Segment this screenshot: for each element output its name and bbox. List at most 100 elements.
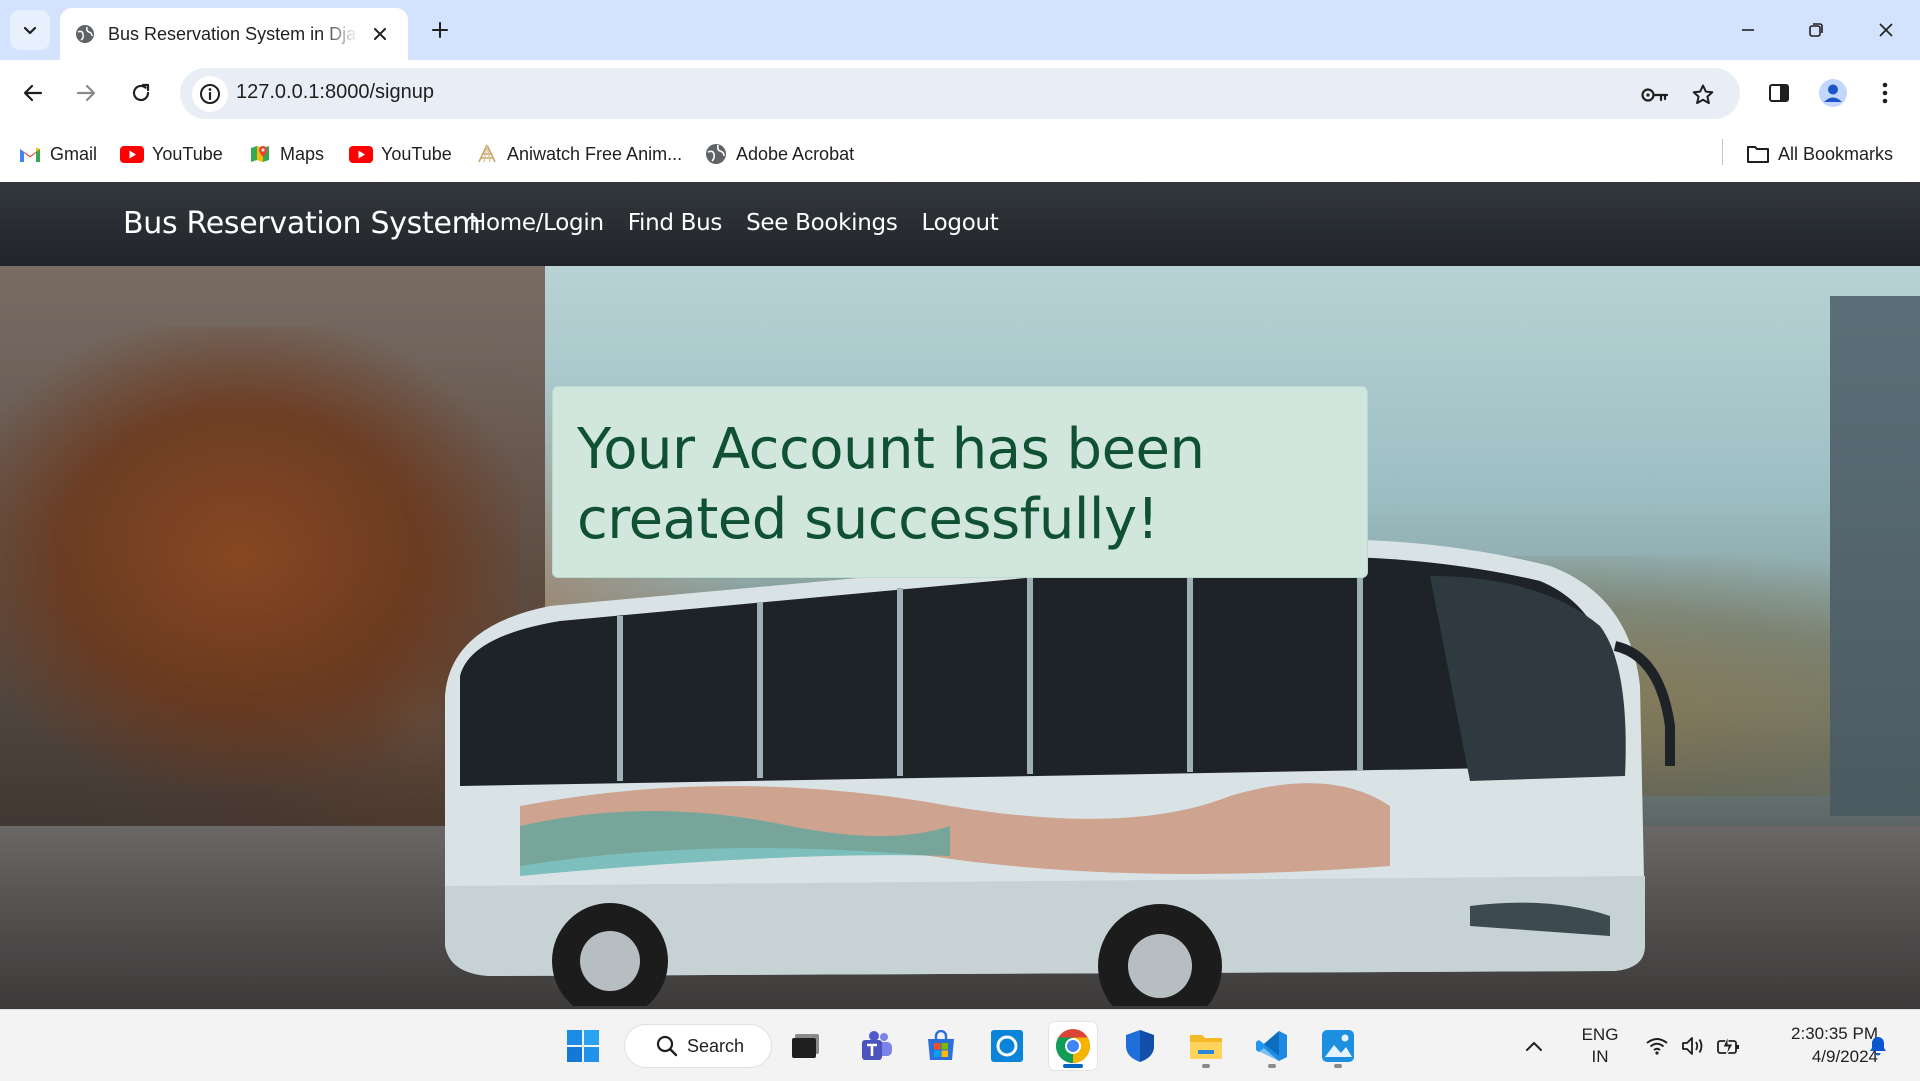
- search-label: Search: [687, 1035, 745, 1056]
- minimize-icon: [1742, 29, 1754, 31]
- aniwatch-icon: [475, 142, 499, 166]
- site-info-icon[interactable]: [192, 76, 228, 112]
- bookmark-star-icon[interactable]: [1688, 80, 1718, 110]
- task-view-icon: [792, 1034, 819, 1058]
- all-bookmarks-label: All Bookmarks: [1778, 143, 1894, 164]
- nav-links: Home/Login Find Bus See Bookings Logout: [469, 210, 999, 236]
- reload-button[interactable]: [122, 74, 160, 112]
- battery-charging-icon: [1717, 1035, 1739, 1057]
- tab-search-button[interactable]: [10, 10, 50, 50]
- nav-home-login[interactable]: Home/Login: [469, 210, 604, 236]
- more-vert-icon: [1882, 82, 1888, 104]
- gmail-icon: [18, 142, 42, 166]
- globe-icon: [74, 23, 96, 45]
- start-button[interactable]: [559, 1022, 607, 1070]
- photos-button[interactable]: [1314, 1022, 1362, 1070]
- bookmark-maps[interactable]: Maps: [248, 141, 324, 167]
- nav-logout[interactable]: Logout: [922, 210, 999, 236]
- speaker-icon: [1682, 1037, 1703, 1055]
- nav-see-bookings[interactable]: See Bookings: [746, 210, 898, 236]
- minimize-button[interactable]: [1724, 12, 1772, 48]
- cortana-button[interactable]: [983, 1022, 1031, 1070]
- url-text[interactable]: 127.0.0.1:8000/signup: [236, 81, 434, 104]
- arrow-left-icon: [23, 84, 43, 102]
- teams-icon: [862, 1031, 892, 1060]
- menu-button[interactable]: [1866, 74, 1904, 112]
- open-app-indicator: [1268, 1064, 1276, 1068]
- search-icon: [655, 1034, 679, 1058]
- password-key-icon[interactable]: [1640, 80, 1670, 110]
- tab-title: Bus Reservation System in Django: [108, 23, 358, 44]
- vscode-icon: [1256, 1031, 1287, 1061]
- teams-button[interactable]: [853, 1022, 901, 1070]
- profile-button[interactable]: [1814, 74, 1852, 112]
- bookmark-aniwatch[interactable]: Aniwatch Free Anim...: [475, 141, 682, 167]
- address-bar[interactable]: 127.0.0.1:8000/signup: [180, 68, 1740, 119]
- notifications-button[interactable]: [1864, 1022, 1892, 1070]
- new-tab-button[interactable]: [424, 14, 456, 46]
- photos-icon: [1322, 1030, 1354, 1062]
- all-bookmarks-button[interactable]: All Bookmarks: [1746, 141, 1893, 167]
- avatar-icon: [1819, 79, 1847, 107]
- bookmark-gmail[interactable]: Gmail: [18, 141, 97, 167]
- alert-message: Your Account has been created successful…: [577, 417, 1205, 552]
- youtube-icon: [349, 142, 373, 166]
- navbar-brand[interactable]: Bus Reservation System: [123, 206, 481, 241]
- defender-button[interactable]: [1116, 1022, 1164, 1070]
- youtube-icon: [120, 142, 144, 166]
- reload-icon: [132, 83, 150, 102]
- folder-icon: [1746, 142, 1770, 166]
- bookmark-label: Maps: [280, 143, 325, 164]
- file-explorer-button[interactable]: [1182, 1022, 1230, 1070]
- language-indicator[interactable]: ENG IN: [1572, 1024, 1628, 1068]
- close-window-button[interactable]: [1862, 12, 1910, 48]
- forward-button[interactable]: [67, 74, 105, 112]
- bookmark-adobe-acrobat[interactable]: Adobe Acrobat: [704, 141, 854, 167]
- bookmark-label: Aniwatch Free Anim...: [507, 143, 683, 164]
- file-explorer-icon: [1190, 1035, 1222, 1059]
- cortana-icon: [991, 1030, 1023, 1062]
- hero-background-image: [0, 266, 1920, 1009]
- chrome-icon: [1056, 1029, 1090, 1063]
- site-navbar: Bus Reservation System Home/Login Find B…: [0, 182, 1920, 266]
- task-view-button[interactable]: [782, 1022, 830, 1070]
- open-app-indicator: [1334, 1064, 1342, 1068]
- bookmark-label: YouTube: [152, 143, 223, 164]
- back-button[interactable]: [14, 74, 52, 112]
- volume-status[interactable]: [1678, 1022, 1708, 1070]
- battery-status[interactable]: [1714, 1022, 1744, 1070]
- browser-toolbar: 127.0.0.1:8000/signup: [0, 60, 1920, 127]
- open-app-indicator: [1202, 1064, 1210, 1068]
- defender-icon: [1126, 1030, 1154, 1062]
- chrome-button[interactable]: [1049, 1022, 1097, 1070]
- region-code: IN: [1591, 1047, 1609, 1066]
- clock-date: 4/9/2024: [1811, 1047, 1878, 1066]
- bookmark-label: Adobe Acrobat: [736, 143, 855, 164]
- success-alert: Your Account has been created successful…: [552, 386, 1368, 578]
- clock-time: 2:30:35 PM: [1791, 1024, 1878, 1043]
- bookmark-youtube-2[interactable]: YouTube: [349, 141, 452, 167]
- browser-tab-strip: Bus Reservation System in Django: [0, 0, 1920, 60]
- windows-start-icon: [567, 1030, 599, 1062]
- bookmarks-bar: Gmail YouTube Maps YouTube Aniwatch Free…: [0, 127, 1920, 183]
- language-code: ENG: [1581, 1025, 1619, 1044]
- wifi-status[interactable]: [1642, 1022, 1672, 1070]
- restore-button[interactable]: [1792, 12, 1840, 48]
- chevron-down-icon: [23, 26, 37, 35]
- browser-tab[interactable]: Bus Reservation System in Django: [60, 8, 408, 60]
- plus-icon: [432, 22, 448, 38]
- restore-icon: [1809, 23, 1823, 37]
- bookmark-label: YouTube: [381, 143, 452, 164]
- show-hidden-icons-button[interactable]: [1520, 1022, 1548, 1070]
- close-tab-icon[interactable]: [368, 22, 392, 46]
- vscode-button[interactable]: [1248, 1022, 1296, 1070]
- nav-find-bus[interactable]: Find Bus: [628, 210, 723, 236]
- arrow-right-icon: [76, 84, 96, 102]
- store-button[interactable]: [917, 1022, 965, 1070]
- side-panel-button[interactable]: [1760, 74, 1798, 112]
- clock[interactable]: 2:30:35 PM 4/9/2024: [1758, 1022, 1878, 1068]
- bookmark-youtube[interactable]: YouTube: [120, 141, 223, 167]
- taskbar-search[interactable]: Search: [624, 1024, 772, 1068]
- bookmarks-separator: [1722, 139, 1723, 165]
- side-panel-icon: [1769, 84, 1789, 102]
